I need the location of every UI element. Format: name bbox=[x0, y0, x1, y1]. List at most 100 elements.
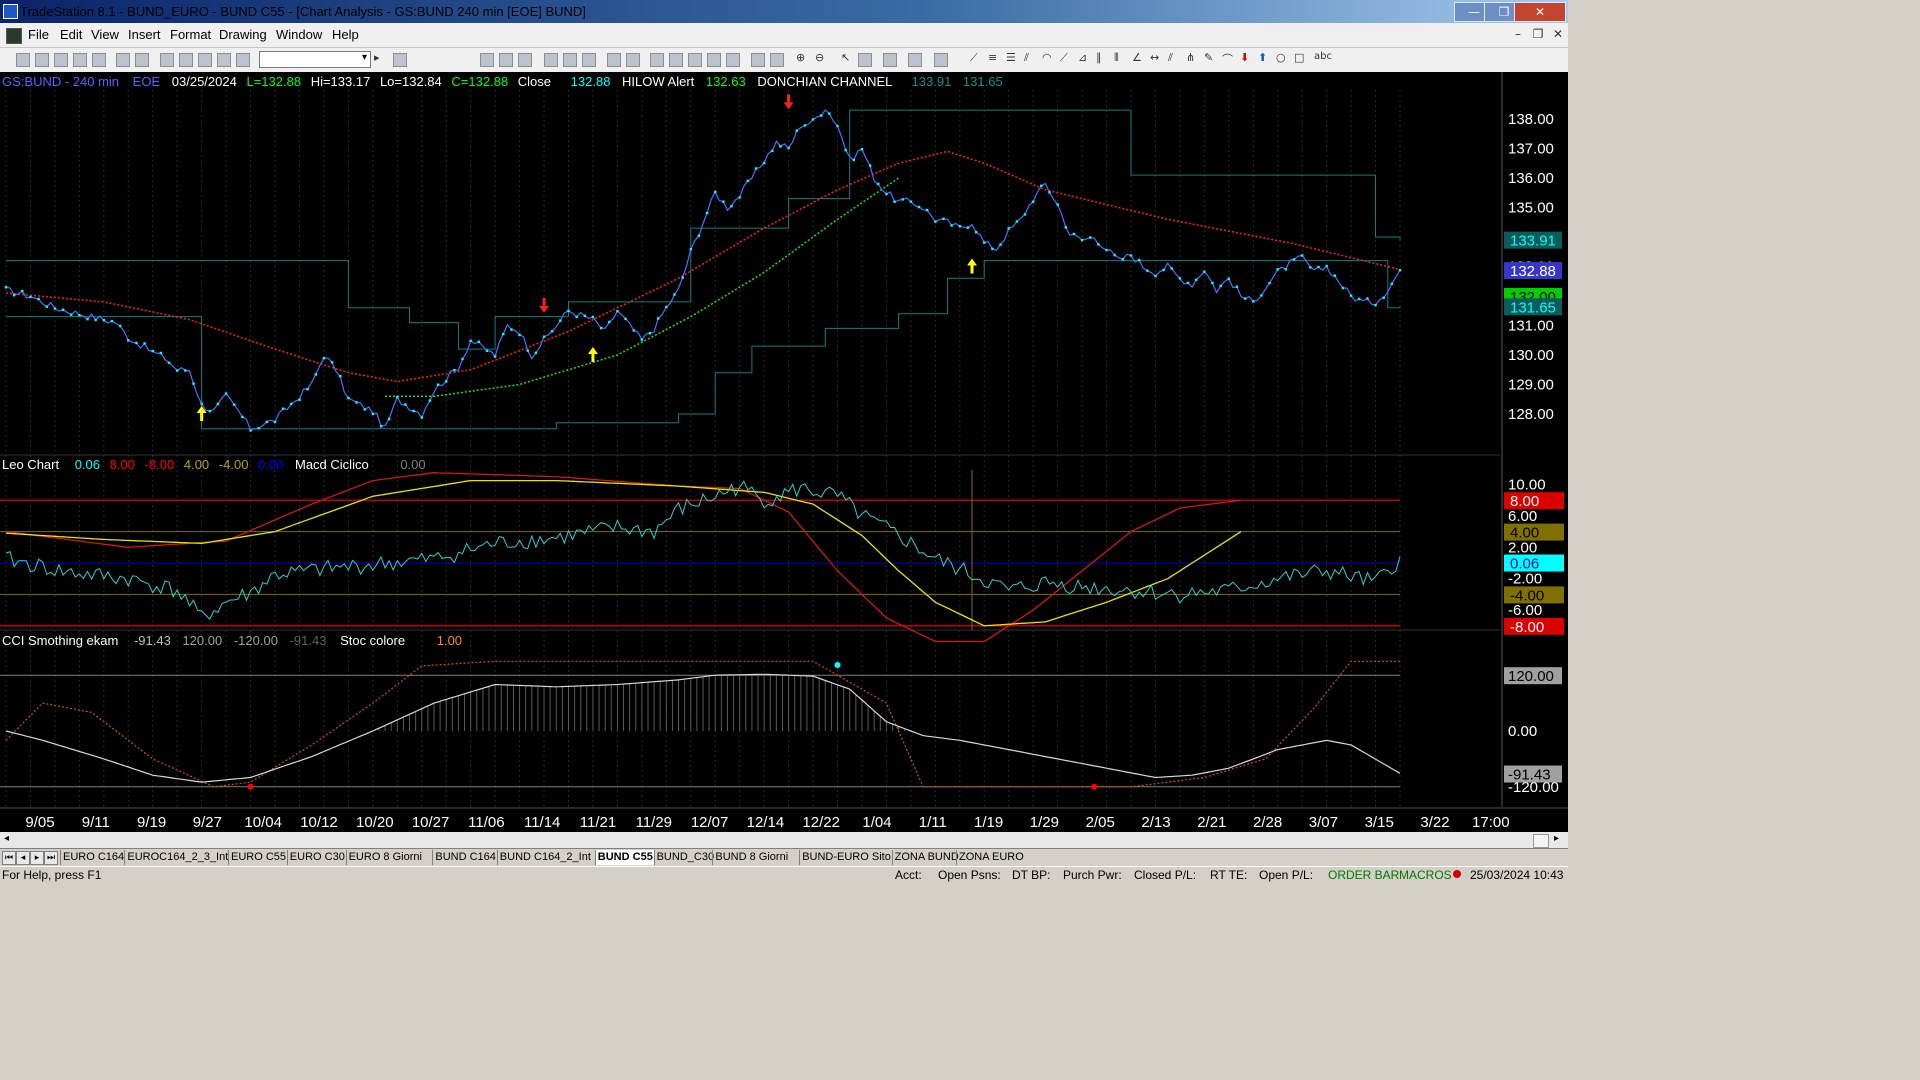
price-point[interactable] bbox=[1080, 238, 1084, 242]
price-point[interactable] bbox=[110, 319, 114, 323]
price-point[interactable] bbox=[1211, 281, 1214, 285]
price-point[interactable] bbox=[387, 417, 391, 421]
price-point[interactable] bbox=[420, 416, 423, 419]
sheet-tab[interactable]: ZONA EURO bbox=[956, 850, 1026, 865]
sheet-tab[interactable]: BUND-EURO Sito bbox=[799, 850, 893, 865]
play-icon[interactable]: ▸ bbox=[374, 51, 380, 64]
price-point[interactable] bbox=[999, 243, 1002, 246]
chart-window-icon[interactable] bbox=[6, 28, 22, 44]
sheet-tab[interactable]: BUND C164_2_Int bbox=[496, 850, 593, 865]
vline-icon[interactable]: ∥ bbox=[1096, 51, 1102, 64]
speed-lines-icon[interactable]: ⟋ bbox=[1060, 51, 1068, 65]
price-point[interactable] bbox=[298, 398, 301, 401]
hline-icon[interactable]: ☰ bbox=[1006, 51, 1016, 64]
price-point[interactable] bbox=[599, 326, 603, 330]
price-point[interactable] bbox=[852, 158, 856, 162]
price-point[interactable] bbox=[966, 226, 970, 229]
price-point[interactable] bbox=[477, 340, 481, 343]
menu-file[interactable]: File bbox=[28, 27, 49, 42]
price-point[interactable] bbox=[1333, 274, 1336, 277]
price-point[interactable] bbox=[1219, 284, 1222, 288]
sheet-tab[interactable]: BUND C164 bbox=[432, 850, 498, 865]
price-point[interactable] bbox=[983, 241, 986, 244]
price-point[interactable] bbox=[265, 420, 269, 424]
price-point[interactable] bbox=[306, 387, 309, 391]
price-point[interactable] bbox=[1235, 285, 1239, 288]
mdi-close-button[interactable]: ✕ bbox=[1550, 27, 1566, 41]
price-point[interactable] bbox=[118, 324, 122, 328]
price-point[interactable] bbox=[1031, 200, 1035, 203]
close-button[interactable]: ✕ bbox=[1514, 2, 1566, 22]
price-point[interactable] bbox=[233, 403, 236, 406]
price-point[interactable] bbox=[771, 149, 774, 153]
price-point[interactable] bbox=[754, 167, 758, 170]
horizontal-scrollbar[interactable]: ◂ ▸ bbox=[0, 832, 1568, 848]
price-point[interactable] bbox=[665, 305, 668, 309]
open-workspace-icon[interactable] bbox=[54, 53, 68, 67]
price-point[interactable] bbox=[37, 297, 40, 301]
price-point[interactable] bbox=[70, 313, 73, 316]
price-point[interactable] bbox=[673, 293, 676, 296]
price-point[interactable] bbox=[175, 369, 179, 372]
price-point[interactable] bbox=[1056, 203, 1059, 206]
price-point[interactable] bbox=[1121, 258, 1125, 261]
pen-icon[interactable]: ✎ bbox=[1204, 51, 1213, 64]
price-point[interactable] bbox=[330, 361, 334, 364]
price-point[interactable] bbox=[1292, 258, 1296, 261]
price-point[interactable] bbox=[648, 331, 652, 335]
format-icon[interactable] bbox=[217, 53, 231, 67]
price-point[interactable] bbox=[1227, 277, 1231, 280]
sheet-tab[interactable]: EUROC164_2_3_Int bbox=[124, 850, 230, 865]
price-point[interactable] bbox=[1048, 191, 1051, 194]
layout-1-icon[interactable] bbox=[480, 53, 494, 67]
order-bar-label[interactable]: ORDER BAR bbox=[1328, 868, 1399, 882]
price-point[interactable] bbox=[1015, 220, 1019, 223]
layout-2-icon[interactable] bbox=[499, 53, 513, 67]
price-point[interactable] bbox=[925, 208, 929, 212]
menu-view[interactable]: View bbox=[91, 27, 119, 42]
price-point[interactable] bbox=[363, 408, 366, 411]
price-point[interactable] bbox=[355, 401, 358, 404]
radarscreen-icon[interactable] bbox=[650, 53, 664, 67]
price-point[interactable] bbox=[567, 309, 570, 313]
gann-icon[interactable]: ⊿ bbox=[1078, 51, 1087, 64]
new-icon[interactable] bbox=[16, 53, 30, 67]
symbol-combo[interactable]: ▾ bbox=[259, 51, 371, 68]
price-point[interactable] bbox=[1203, 270, 1206, 273]
price-point[interactable] bbox=[591, 315, 595, 319]
new-workspace-icon[interactable] bbox=[73, 53, 87, 67]
price-point[interactable] bbox=[1023, 213, 1027, 216]
price-point[interactable] bbox=[1154, 274, 1157, 278]
price-point[interactable] bbox=[1341, 286, 1345, 290]
price-point[interactable] bbox=[216, 402, 220, 406]
price-point[interactable] bbox=[542, 335, 546, 338]
menu-window[interactable]: Window bbox=[276, 27, 322, 42]
price-point[interactable] bbox=[1317, 265, 1320, 269]
curve-icon[interactable]: ⌒ bbox=[1222, 51, 1233, 67]
price-point[interactable] bbox=[94, 318, 97, 322]
arrow-up-icon[interactable]: ⬆ bbox=[1258, 51, 1267, 64]
tools-icon[interactable] bbox=[883, 53, 897, 67]
price-point[interactable] bbox=[1194, 278, 1198, 281]
sheet-tab[interactable]: BUND 8 Giorni bbox=[712, 850, 790, 865]
price-point[interactable] bbox=[575, 315, 578, 319]
price-point[interactable] bbox=[461, 357, 464, 361]
price-point[interactable] bbox=[159, 351, 163, 355]
macro-icon[interactable] bbox=[908, 53, 922, 67]
price-point[interactable] bbox=[958, 225, 961, 228]
price-point[interactable] bbox=[1398, 269, 1402, 272]
sheet-tab[interactable]: BUND C55 bbox=[594, 850, 655, 865]
price-point[interactable] bbox=[379, 425, 383, 428]
price-point[interactable] bbox=[1252, 300, 1255, 303]
price-point[interactable] bbox=[167, 361, 171, 364]
zoom-in-icon[interactable]: ⊕ bbox=[796, 51, 805, 64]
print-preview-icon[interactable] bbox=[116, 53, 130, 67]
price-point[interactable] bbox=[493, 355, 497, 358]
price-point[interactable] bbox=[1186, 281, 1190, 285]
price-point[interactable] bbox=[45, 305, 48, 308]
price-point[interactable] bbox=[1146, 269, 1149, 272]
price-point[interactable] bbox=[583, 314, 586, 318]
price-point[interactable] bbox=[453, 368, 456, 372]
globe-icon[interactable] bbox=[236, 53, 250, 67]
price-point[interactable] bbox=[200, 402, 203, 405]
